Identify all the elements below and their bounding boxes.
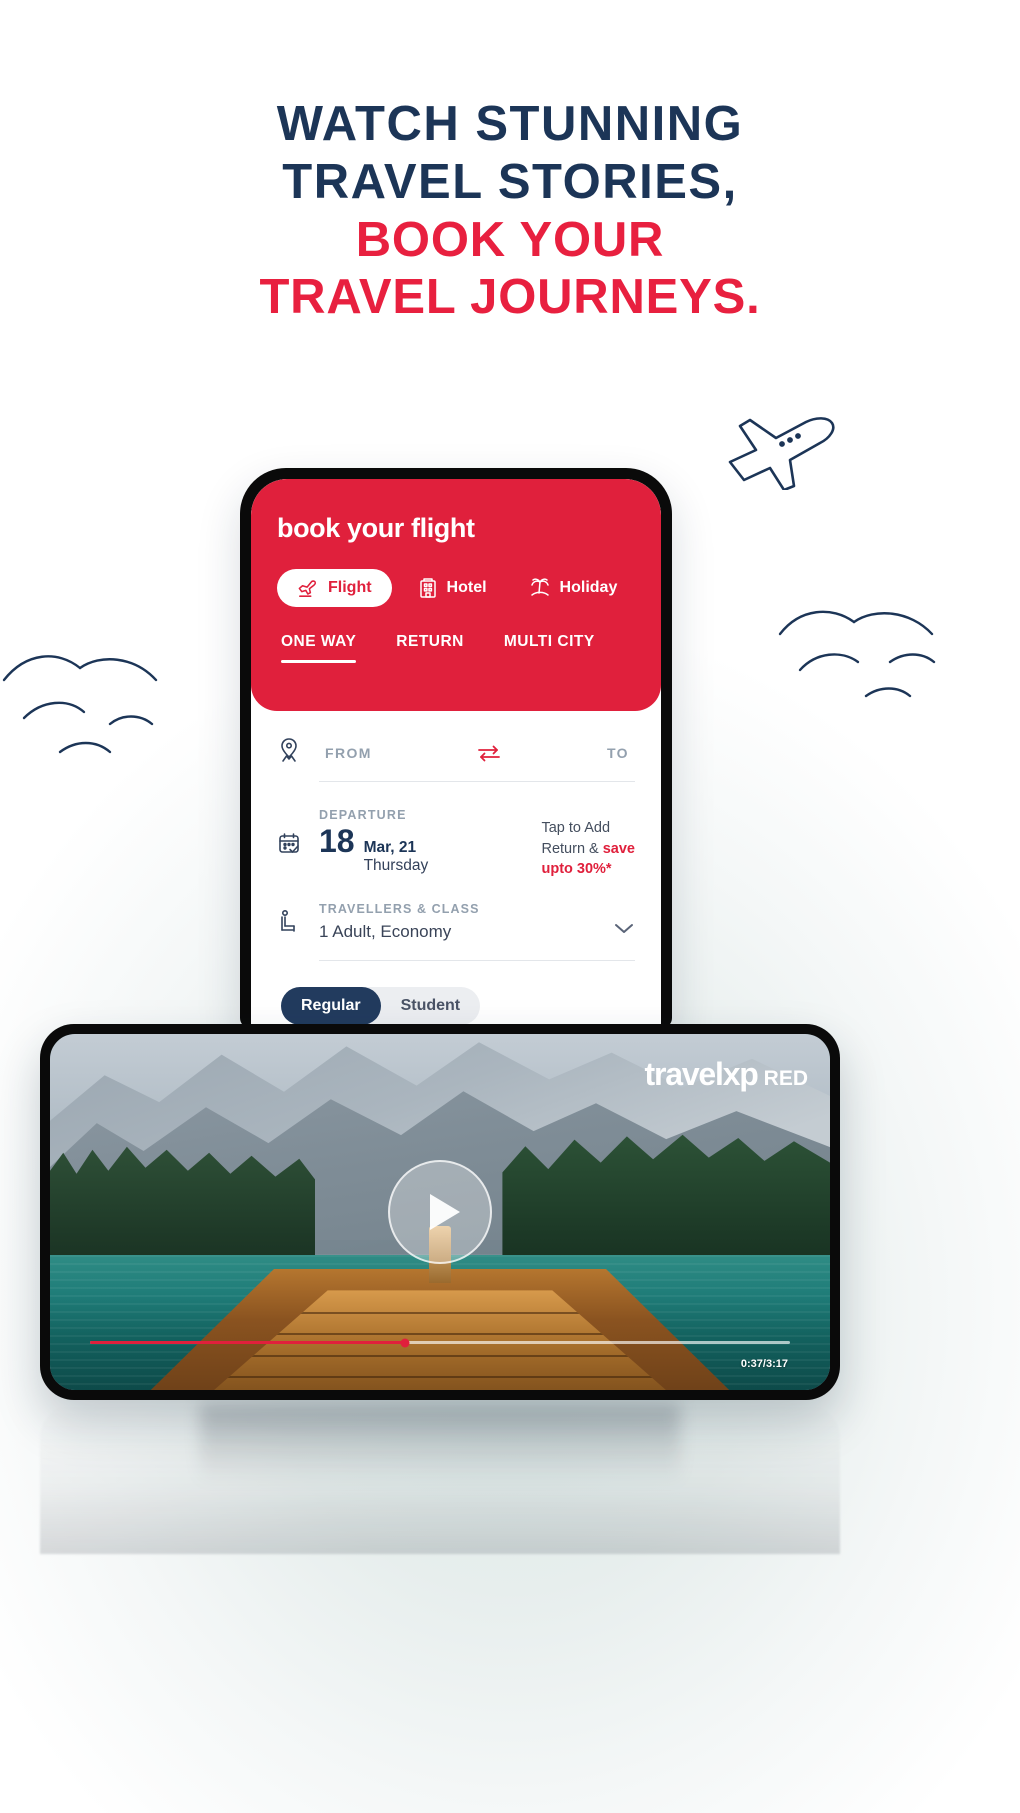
travellers-field[interactable]: TRAVELLERS & CLASS 1 Adult, Economy xyxy=(319,902,635,942)
trip-type-tabs: ONE WAY RETURN MULTI CITY xyxy=(277,633,635,663)
departure-block[interactable]: DEPARTURE 18 Mar, 21 Thursday Tap to Add… xyxy=(319,808,635,880)
page-title: WATCH STUNNING TRAVEL STORIES, BOOK YOUR… xyxy=(0,96,1020,327)
airplane-takeoff-icon xyxy=(297,578,319,598)
hotel-building-icon xyxy=(418,577,438,598)
video-progress-fill xyxy=(90,1341,405,1344)
headline-line-2: TRAVEL STORIES, xyxy=(282,154,738,209)
route-fields: FROM TO xyxy=(319,737,635,763)
departure-date: 18 Mar, 21 Thursday xyxy=(319,825,428,876)
video-progress-bar[interactable] xyxy=(90,1338,790,1347)
fare-type-toggle: Regular Student xyxy=(281,986,481,1025)
video-timestamp: 0:37/3:17 xyxy=(740,1358,788,1370)
video-progress-handle[interactable] xyxy=(400,1338,410,1347)
departure-day: 18 xyxy=(319,823,355,859)
app-title: book your flight xyxy=(277,513,475,543)
play-triangle xyxy=(430,1194,460,1230)
promo-line-2-prefix: Return & xyxy=(541,840,603,857)
phone-mockup-portrait: book your flight Flight Hotel Holiday ON… xyxy=(240,468,672,1028)
chevron-down-icon[interactable] xyxy=(613,921,635,942)
logo-suffix: RED xyxy=(763,1067,808,1090)
category-hotel-label: Hotel xyxy=(446,578,487,596)
promo-line-3: upto 30%* xyxy=(541,861,612,878)
departure-weekday: Thursday xyxy=(363,857,429,875)
departure-date-group[interactable]: DEPARTURE 18 Mar, 21 Thursday xyxy=(319,808,428,876)
travellers-caption: TRAVELLERS & CLASS xyxy=(319,901,480,916)
travellers-row: TRAVELLERS & CLASS 1 Adult, Economy xyxy=(277,880,635,942)
headline-line-1: WATCH STUNNING xyxy=(276,97,744,151)
headline-line-4: TRAVEL JOURNEYS. xyxy=(259,270,761,325)
headline-line-3: BOOK YOUR xyxy=(355,212,665,267)
from-input[interactable]: FROM xyxy=(325,745,372,761)
search-form: FROM TO DEPARTURE 18 Mar, 21 Thursday Ta… xyxy=(251,711,661,1025)
departure-month-year: Mar, 21 xyxy=(363,839,417,856)
travellers-value: 1 Adult, Economy xyxy=(319,921,452,941)
tab-multi-city[interactable]: MULTI CITY xyxy=(504,633,595,663)
seated-passenger-icon xyxy=(277,908,319,936)
category-selector: Flight Hotel Holiday xyxy=(277,568,635,607)
location-pin-icon xyxy=(277,737,319,763)
to-input[interactable]: TO xyxy=(607,745,629,761)
category-hotel[interactable]: Hotel xyxy=(402,568,503,607)
category-flight-label: Flight xyxy=(328,578,372,596)
promo-line-1: Tap to Add xyxy=(541,820,611,836)
app-screen: book your flight Flight Hotel Holiday ON… xyxy=(251,479,661,1028)
departure-caption: DEPARTURE xyxy=(319,808,407,822)
palm-island-icon xyxy=(529,577,551,598)
logo-wordmark: travelxp xyxy=(644,1056,759,1092)
departure-row: DEPARTURE 18 Mar, 21 Thursday Tap to Add… xyxy=(277,782,635,880)
swap-arrows-icon[interactable] xyxy=(476,743,502,763)
app-header: book your flight Flight Hotel Holiday ON… xyxy=(251,479,661,711)
add-return-promo[interactable]: Tap to Add Return & save upto 30%* xyxy=(541,808,635,880)
tab-one-way[interactable]: ONE WAY xyxy=(281,633,357,663)
travelxp-red-logo: travelxp RED xyxy=(645,1056,808,1093)
fare-type-regular[interactable]: Regular xyxy=(281,986,381,1025)
promo-save-word: save xyxy=(602,840,635,857)
play-icon[interactable] xyxy=(388,1160,492,1264)
travellers-divider xyxy=(319,959,635,961)
category-holiday-label: Holiday xyxy=(559,578,618,596)
tab-return[interactable]: RETURN xyxy=(396,633,464,663)
phone-reflection xyxy=(40,1404,840,1554)
route-row: FROM TO xyxy=(277,711,635,763)
calendar-icon xyxy=(277,831,319,857)
fare-type-student[interactable]: Student xyxy=(381,987,481,1025)
category-holiday[interactable]: Holiday xyxy=(513,568,634,607)
category-flight[interactable]: Flight xyxy=(277,568,392,607)
video-player[interactable]: travelxp RED 0:37/3:17 xyxy=(50,1034,830,1390)
phone-mockup-landscape: travelxp RED 0:37/3:17 xyxy=(40,1024,840,1400)
